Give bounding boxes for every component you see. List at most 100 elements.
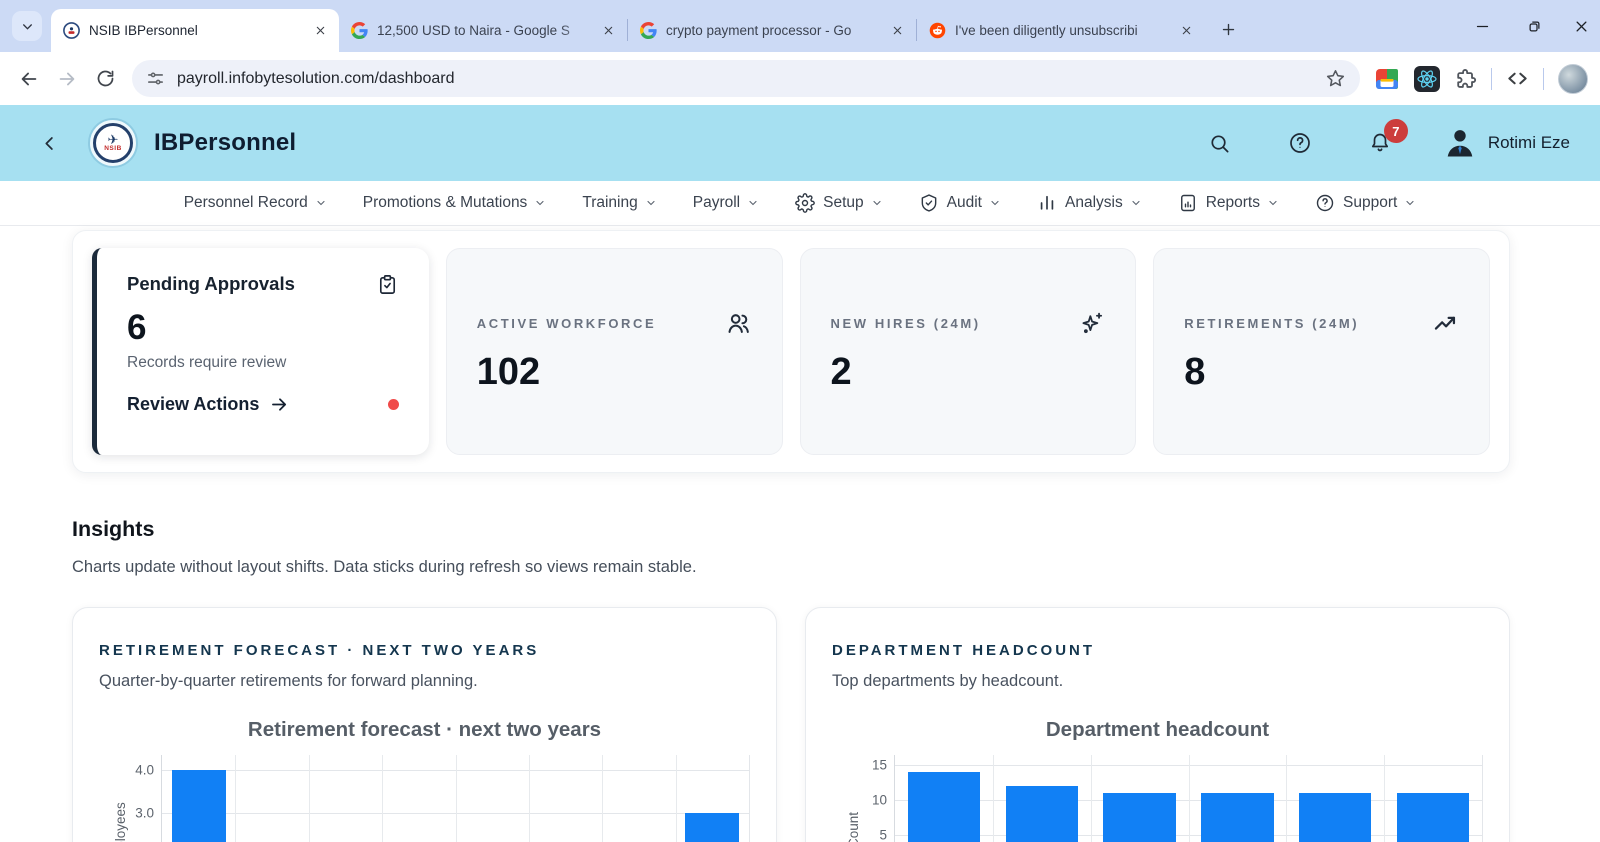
chevron-down-icon <box>991 200 999 206</box>
chart-bar <box>685 813 740 842</box>
reddit-favicon <box>929 22 946 39</box>
tab-crypto-payment[interactable]: crypto payment processor - Go <box>628 9 916 52</box>
trending-up-icon <box>1434 316 1456 330</box>
alert-dot <box>387 399 399 410</box>
document-chart-icon <box>1180 194 1195 212</box>
search-icon <box>1211 134 1229 153</box>
back-arrow-icon <box>21 72 37 85</box>
star-icon[interactable] <box>1325 68 1346 89</box>
nav-reports[interactable]: Reports <box>1178 193 1279 213</box>
v-gridline <box>992 755 994 842</box>
notification-badge: 7 <box>1383 119 1408 143</box>
browser-window: NSIB IBPersonnel 12,500 USD to Naira - G… <box>0 0 1600 842</box>
insights-description: Charts update without layout shifts. Dat… <box>72 558 697 576</box>
review-actions-label: Review Actions <box>127 394 260 414</box>
tab-reddit-unsubscribe[interactable]: I've been diligently unsubscribi <box>917 9 1205 52</box>
tab-close-icon[interactable] <box>311 22 329 40</box>
new-tab-button[interactable] <box>1213 14 1243 44</box>
card-title: Pending Approvals <box>127 273 295 294</box>
chevron-down-icon <box>647 200 655 206</box>
y-tick-label: 3.0 <box>135 805 154 821</box>
v-gridline <box>1090 755 1092 842</box>
nav-support[interactable]: Support <box>1315 193 1416 213</box>
notifications-button[interactable]: 7 <box>1360 119 1408 163</box>
nav-setup[interactable]: Setup <box>795 193 883 213</box>
search-button[interactable] <box>1200 123 1240 163</box>
chart-bar <box>1005 786 1078 842</box>
chart-bar <box>1103 793 1176 842</box>
collapse-back-button[interactable] <box>36 130 62 156</box>
extensions-area <box>1374 63 1588 94</box>
main-nav: Personnel Record Promotions & Mutations … <box>0 181 1600 226</box>
tab-title: crypto payment processor - Go <box>666 23 852 38</box>
insights-section: Insights Charts update without layout sh… <box>72 517 1510 577</box>
app-header: ✈ NSIB IBPersonnel 7 Rotimi Eze <box>0 105 1600 181</box>
nav-label: Training <box>582 194 638 211</box>
y-tick-label: 4.0 <box>135 762 154 778</box>
tab-close-icon[interactable] <box>1177 22 1195 40</box>
close-window-button[interactable] <box>1560 0 1600 52</box>
nav-label: Promotions & Mutations <box>362 194 528 211</box>
tab-search-button[interactable] <box>12 11 42 41</box>
restore-icon <box>1529 21 1539 31</box>
nav-label: Setup <box>823 194 864 211</box>
forward-button[interactable] <box>48 60 86 98</box>
tab-usd-to-naira[interactable]: 12,500 USD to Naira - Google S <box>339 9 627 52</box>
tab-nsib-ibpersonnel[interactable]: NSIB IBPersonnel <box>51 9 339 52</box>
pending-approvals-card[interactable]: Pending Approvals 6 Records require revi… <box>92 248 429 455</box>
tab-strip: NSIB IBPersonnel 12,500 USD to Naira - G… <box>0 0 1600 52</box>
browser-toolbar: payroll.infobytesolution.com/dashboard <box>0 52 1600 105</box>
window-controls <box>1456 0 1600 52</box>
chart-card-title: DEPARTMENT HEADCOUNT <box>832 642 1096 659</box>
nsib-logo-text: NSIB <box>104 145 122 153</box>
google-cards-extension-icon[interactable] <box>1374 66 1400 92</box>
pending-subtitle: Records require review <box>127 354 287 371</box>
y-axis: 4.0 3.0 <box>117 755 161 842</box>
tab-close-icon[interactable] <box>888 22 906 40</box>
code-devtools-icon[interactable] <box>1506 67 1529 90</box>
minimize-button[interactable] <box>1456 0 1508 52</box>
address-bar[interactable]: payroll.infobytesolution.com/dashboard <box>132 60 1360 97</box>
forward-arrow-icon <box>59 72 75 85</box>
y-tick-label: 5 <box>879 827 887 842</box>
nav-label: Audit <box>946 194 982 211</box>
nav-audit[interactable]: Audit <box>919 193 1001 213</box>
nav-analysis[interactable]: Analysis <box>1037 193 1142 213</box>
retirement-forecast-chart: Employees 4.0 3.0 <box>99 755 750 842</box>
card-label: ACTIVE WORKFORCE <box>476 315 657 331</box>
chart-card-title: RETIREMENT FORECAST · NEXT TWO YEARS <box>99 642 540 659</box>
plus-icon <box>1222 23 1234 35</box>
url-text[interactable]: payroll.infobytesolution.com/dashboard <box>177 70 1325 88</box>
chart-bar <box>1396 793 1470 842</box>
review-actions-link[interactable]: Review Actions <box>127 394 290 415</box>
nav-personnel-record[interactable]: Personnel Record <box>184 194 327 212</box>
tab-title: I've been diligently unsubscribi <box>955 23 1138 38</box>
user-menu[interactable]: Rotimi Eze <box>1442 125 1570 161</box>
chart-card-subtitle: Quarter-by-quarter retirements for forwa… <box>99 672 478 690</box>
minimize-icon <box>1476 25 1488 27</box>
chevron-left-icon <box>44 136 53 150</box>
browser-profile-avatar[interactable] <box>1558 63 1588 94</box>
help-icon <box>1289 133 1310 153</box>
tune-icon[interactable] <box>146 69 165 88</box>
chevron-down-icon <box>317 200 325 206</box>
nav-promotions-mutations[interactable]: Promotions & Mutations <box>363 194 547 212</box>
v-gridline <box>1286 755 1288 842</box>
react-devtools-extension-icon[interactable] <box>1414 65 1440 92</box>
restore-button[interactable] <box>1508 0 1560 52</box>
help-button[interactable] <box>1280 123 1320 163</box>
nav-payroll[interactable]: Payroll <box>693 194 759 212</box>
chevron-down-icon <box>536 200 544 206</box>
extensions-puzzle-icon[interactable] <box>1454 67 1477 90</box>
back-button[interactable] <box>10 60 48 98</box>
chevron-down-icon <box>1406 200 1414 206</box>
users-icon <box>727 313 749 333</box>
reload-button[interactable] <box>86 60 124 98</box>
nav-training[interactable]: Training <box>582 194 656 212</box>
toolbar-separator <box>1491 67 1492 90</box>
card-value: 2 <box>830 350 852 393</box>
stats-container: Pending Approvals 6 Records require revi… <box>72 230 1510 473</box>
plot-area <box>894 755 1483 842</box>
tab-title: 12,500 USD to Naira - Google S <box>377 23 570 38</box>
tab-close-icon[interactable] <box>599 22 617 40</box>
